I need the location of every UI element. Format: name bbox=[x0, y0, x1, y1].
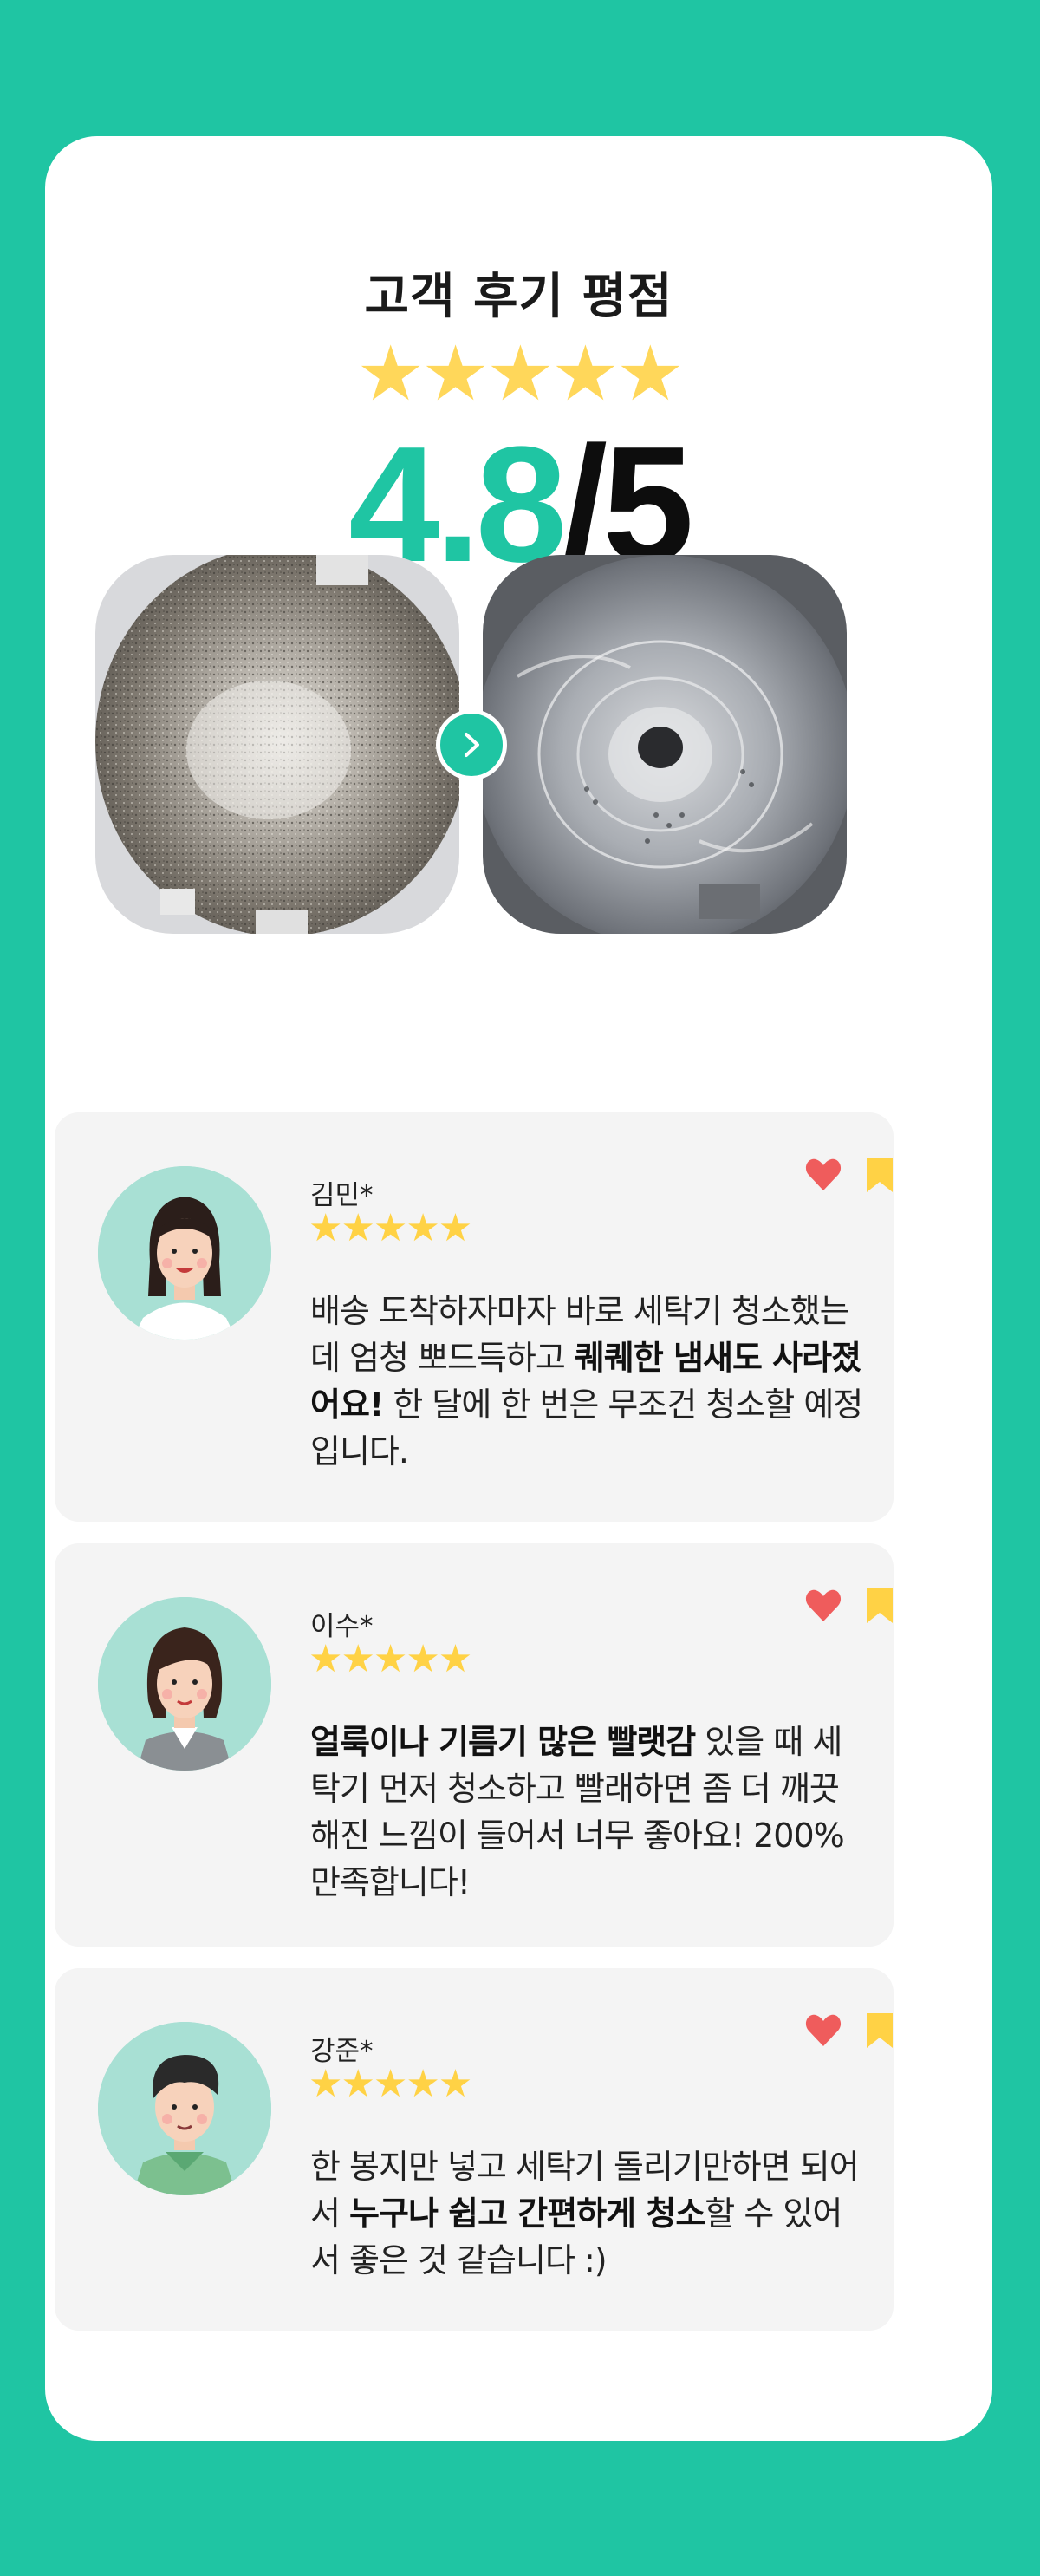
avatar bbox=[98, 1166, 271, 1340]
review-text: 한 봉지만 넣고 세탁기 돌리기만하면 되어서 누구나 쉽고 간편하게 청소할 … bbox=[310, 2148, 860, 2279]
avatar bbox=[98, 2022, 271, 2195]
review-text: 배송 도착하자마자 바로 세탁기 청소했는데 엄청 뽀드득하고 퀘퀘한 냄새도 … bbox=[310, 1292, 863, 1471]
page-title: 고객 후기 평점 bbox=[364, 269, 673, 325]
bookmark-icon[interactable] bbox=[867, 1588, 893, 1623]
before-photo bbox=[95, 555, 459, 934]
review-card-2: 이수* ★★★★★ 얼룩이나 기름기 많은 빨랫감 있을 때 세탁기 먼저 청소… bbox=[55, 1543, 894, 1947]
review-stars: ★★★★★ bbox=[309, 2062, 472, 2106]
review-text: 얼룩이나 기름기 많은 빨랫감 있을 때 세탁기 먼저 청소하고 빨래하면 좀 … bbox=[310, 1723, 845, 1901]
bookmark-icon[interactable] bbox=[867, 1158, 893, 1192]
rating-stars: ★★★★★ bbox=[356, 329, 684, 418]
bookmark-icon[interactable] bbox=[867, 2013, 893, 2048]
avatar bbox=[98, 1597, 271, 1771]
compare-arrow-button[interactable] bbox=[436, 709, 507, 780]
review-card-3: 강준* ★★★★★ 한 봉지만 넣고 세탁기 돌리기만하면 되어서 누구나 쉽고… bbox=[55, 1968, 894, 2331]
review-stars: ★★★★★ bbox=[309, 1206, 472, 1250]
heart-icon[interactable] bbox=[804, 2013, 842, 2048]
heart-icon[interactable] bbox=[804, 1158, 842, 1192]
after-photo bbox=[483, 555, 847, 934]
review-card-1: 김민* ★★★★★ 배송 도착하자마자 바로 세탁기 청소했는데 엄청 뽀드득하… bbox=[55, 1112, 894, 1522]
chevron-right-icon bbox=[465, 733, 479, 757]
review-stars: ★★★★★ bbox=[309, 1637, 472, 1681]
heart-icon[interactable] bbox=[804, 1588, 842, 1623]
